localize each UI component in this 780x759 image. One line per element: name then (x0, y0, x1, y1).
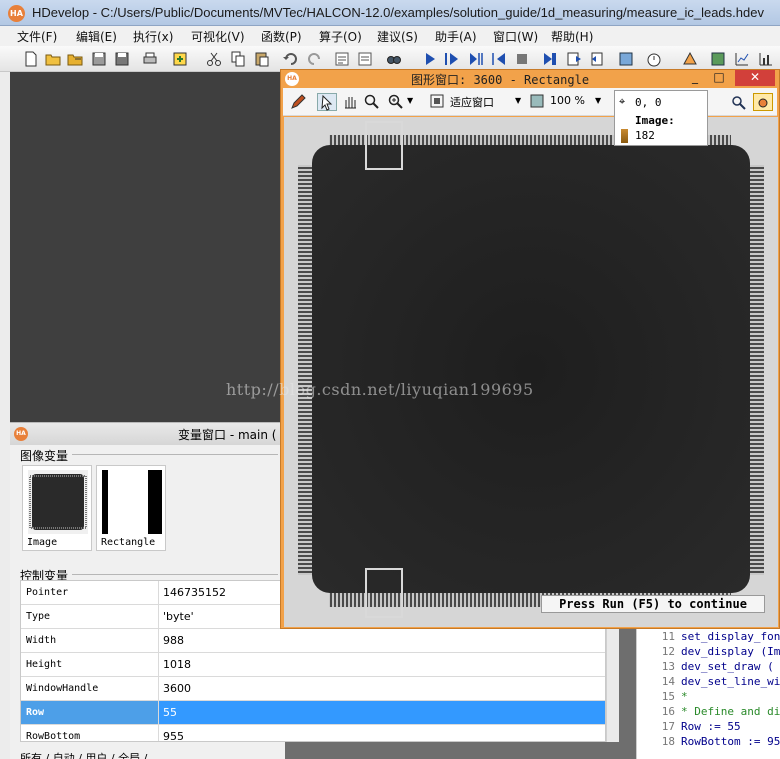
image-thumbnail-label: Image (27, 537, 58, 548)
menu-file[interactable]: 文件(F) (17, 28, 57, 45)
new-file-icon[interactable] (22, 50, 40, 68)
image-preview (28, 470, 88, 534)
redo-icon[interactable] (305, 50, 323, 68)
menu-edit[interactable]: 编辑(E) (76, 28, 117, 45)
step-out-icon[interactable] (490, 50, 508, 68)
copy-icon[interactable] (229, 50, 247, 68)
left-margin (0, 72, 10, 759)
menu-operators[interactable]: 算子(O) (319, 28, 362, 45)
zoom-dropdown-icon[interactable]: ▼ (407, 96, 413, 114)
maximize-button[interactable]: □ (707, 70, 731, 86)
halcon-logo-icon: HA (285, 72, 299, 86)
graphics-window-title: 图形窗口: 3600 - Rectangle (411, 73, 590, 87)
pan-hand-icon[interactable] (341, 93, 359, 111)
image-thumbnail[interactable]: Image (22, 465, 92, 551)
table-row[interactable]: Width 988 (21, 629, 605, 653)
menu-bar: 文件(F) 编辑(E) 执行(x) 可视化(V) 函数(P) 算子(O) 建议(… (0, 26, 780, 46)
fit-window-icon[interactable] (429, 93, 445, 111)
table-row[interactable]: WindowHandle 3600 (21, 677, 605, 701)
step-over-icon[interactable] (443, 50, 461, 68)
table-row[interactable]: Height 1018 (21, 653, 605, 677)
step-into-icon[interactable] (467, 50, 485, 68)
menu-execute[interactable]: 执行(x) (133, 28, 173, 45)
zoom-icon[interactable] (387, 93, 405, 111)
graphics-window: HA 图形窗口: 3600 - Rectangle _ □ ✕ ▼ 适应窗口 ▼… (280, 69, 780, 629)
pen-icon[interactable] (289, 93, 307, 111)
window-title: HDevelop - C:/Users/Public/Documents/MVT… (32, 5, 764, 20)
menu-window[interactable]: 窗口(W) (493, 28, 538, 45)
save-all-icon[interactable] (113, 50, 131, 68)
pixel-gray-value: 182 (635, 129, 655, 142)
zoom-factor-icon[interactable] (529, 93, 545, 111)
find-icon[interactable] (385, 50, 403, 68)
activate-icon[interactable] (565, 50, 583, 68)
paste-icon[interactable] (253, 50, 271, 68)
deactivate-icon[interactable] (589, 50, 607, 68)
title-bar: HA HDevelop - C:/Users/Public/Documents/… (0, 0, 780, 26)
calibration-icon[interactable] (757, 50, 775, 68)
pixel-image-label: Image: (635, 114, 675, 127)
graphics-window-title-bar[interactable]: HA 图形窗口: 3600 - Rectangle _ □ ✕ (281, 70, 779, 88)
minimize-button[interactable]: _ (683, 70, 707, 86)
table-row[interactable]: RowBottom 955 (21, 725, 605, 741)
run-icon[interactable] (421, 50, 439, 68)
stop-icon[interactable] (513, 50, 531, 68)
save-icon[interactable] (90, 50, 108, 68)
zoom-factor-value[interactable]: 100 % (550, 94, 585, 112)
halcon-logo-icon: HA (8, 5, 25, 22)
pixel-info-icon[interactable] (729, 93, 747, 111)
zoom-factor-dropdown-icon[interactable]: ▼ (595, 96, 601, 114)
measure-icon[interactable] (733, 50, 751, 68)
image-acq-icon[interactable] (709, 50, 727, 68)
menu-visualize[interactable]: 可视化(V) (191, 28, 245, 45)
open-example-icon[interactable] (66, 50, 84, 68)
pixel-coords: 0, 0 (635, 96, 662, 109)
program-editor[interactable]: 11 set_display_font 12 dev_display (Im 13 d… (636, 622, 780, 759)
undo-icon[interactable] (282, 50, 300, 68)
cut-icon[interactable] (205, 50, 223, 68)
fit-window-label[interactable]: 适应窗口 (450, 94, 494, 112)
fit-dropdown-icon[interactable]: ▼ (515, 96, 521, 114)
gray-value-swatch (621, 129, 628, 143)
open-icon[interactable] (44, 50, 62, 68)
rectangle-thumbnail[interactable]: Rectangle (96, 465, 166, 551)
halcon-logo-icon: HA (14, 427, 28, 441)
menu-procedures[interactable]: 函数(P) (261, 28, 302, 45)
timer-icon[interactable] (645, 50, 663, 68)
zoom-window-icon[interactable] (753, 93, 773, 111)
menu-assistants[interactable]: 助手(A) (435, 28, 477, 45)
image-section-divider (72, 454, 278, 455)
control-section-divider (72, 574, 278, 575)
coords-icon: ⌖ (619, 95, 626, 108)
main-workspace (10, 72, 285, 422)
variable-window-title: 变量窗口 - main ( (178, 428, 277, 442)
help-icon[interactable] (681, 50, 699, 68)
variable-tabs[interactable]: 所有 / 自动 / 用户 / 全局 / (20, 750, 285, 759)
variable-window-title-bar[interactable]: HA 变量窗口 - main ( (10, 423, 285, 445)
insert-icon[interactable] (171, 50, 189, 68)
pointer-icon[interactable] (317, 93, 337, 111)
rectangle-preview (102, 470, 162, 534)
pixel-info-tooltip: ⌖ 0, 0 Image: 182 (614, 90, 708, 146)
reset-icon[interactable] (541, 50, 559, 68)
menu-suggestions[interactable]: 建议(S) (377, 28, 418, 45)
watermark: http://blog.csdn.net/liyuqian199695 (226, 380, 534, 399)
profiler-icon[interactable] (617, 50, 635, 68)
run-message: Press Run (F5) to continue (541, 595, 765, 613)
image-canvas[interactable] (284, 117, 778, 627)
table-row-selected[interactable]: Row 55 (21, 701, 605, 725)
menu-help[interactable]: 帮助(H) (551, 28, 593, 45)
comment-icon[interactable] (333, 50, 351, 68)
ic-image (284, 117, 778, 627)
magnifier-icon[interactable] (363, 93, 381, 111)
image-section-label: 图像变量 (20, 447, 72, 464)
uncomment-icon[interactable] (356, 50, 374, 68)
close-button[interactable]: ✕ (735, 70, 775, 86)
rectangle-thumbnail-label: Rectangle (101, 537, 156, 548)
print-icon[interactable] (141, 50, 159, 68)
